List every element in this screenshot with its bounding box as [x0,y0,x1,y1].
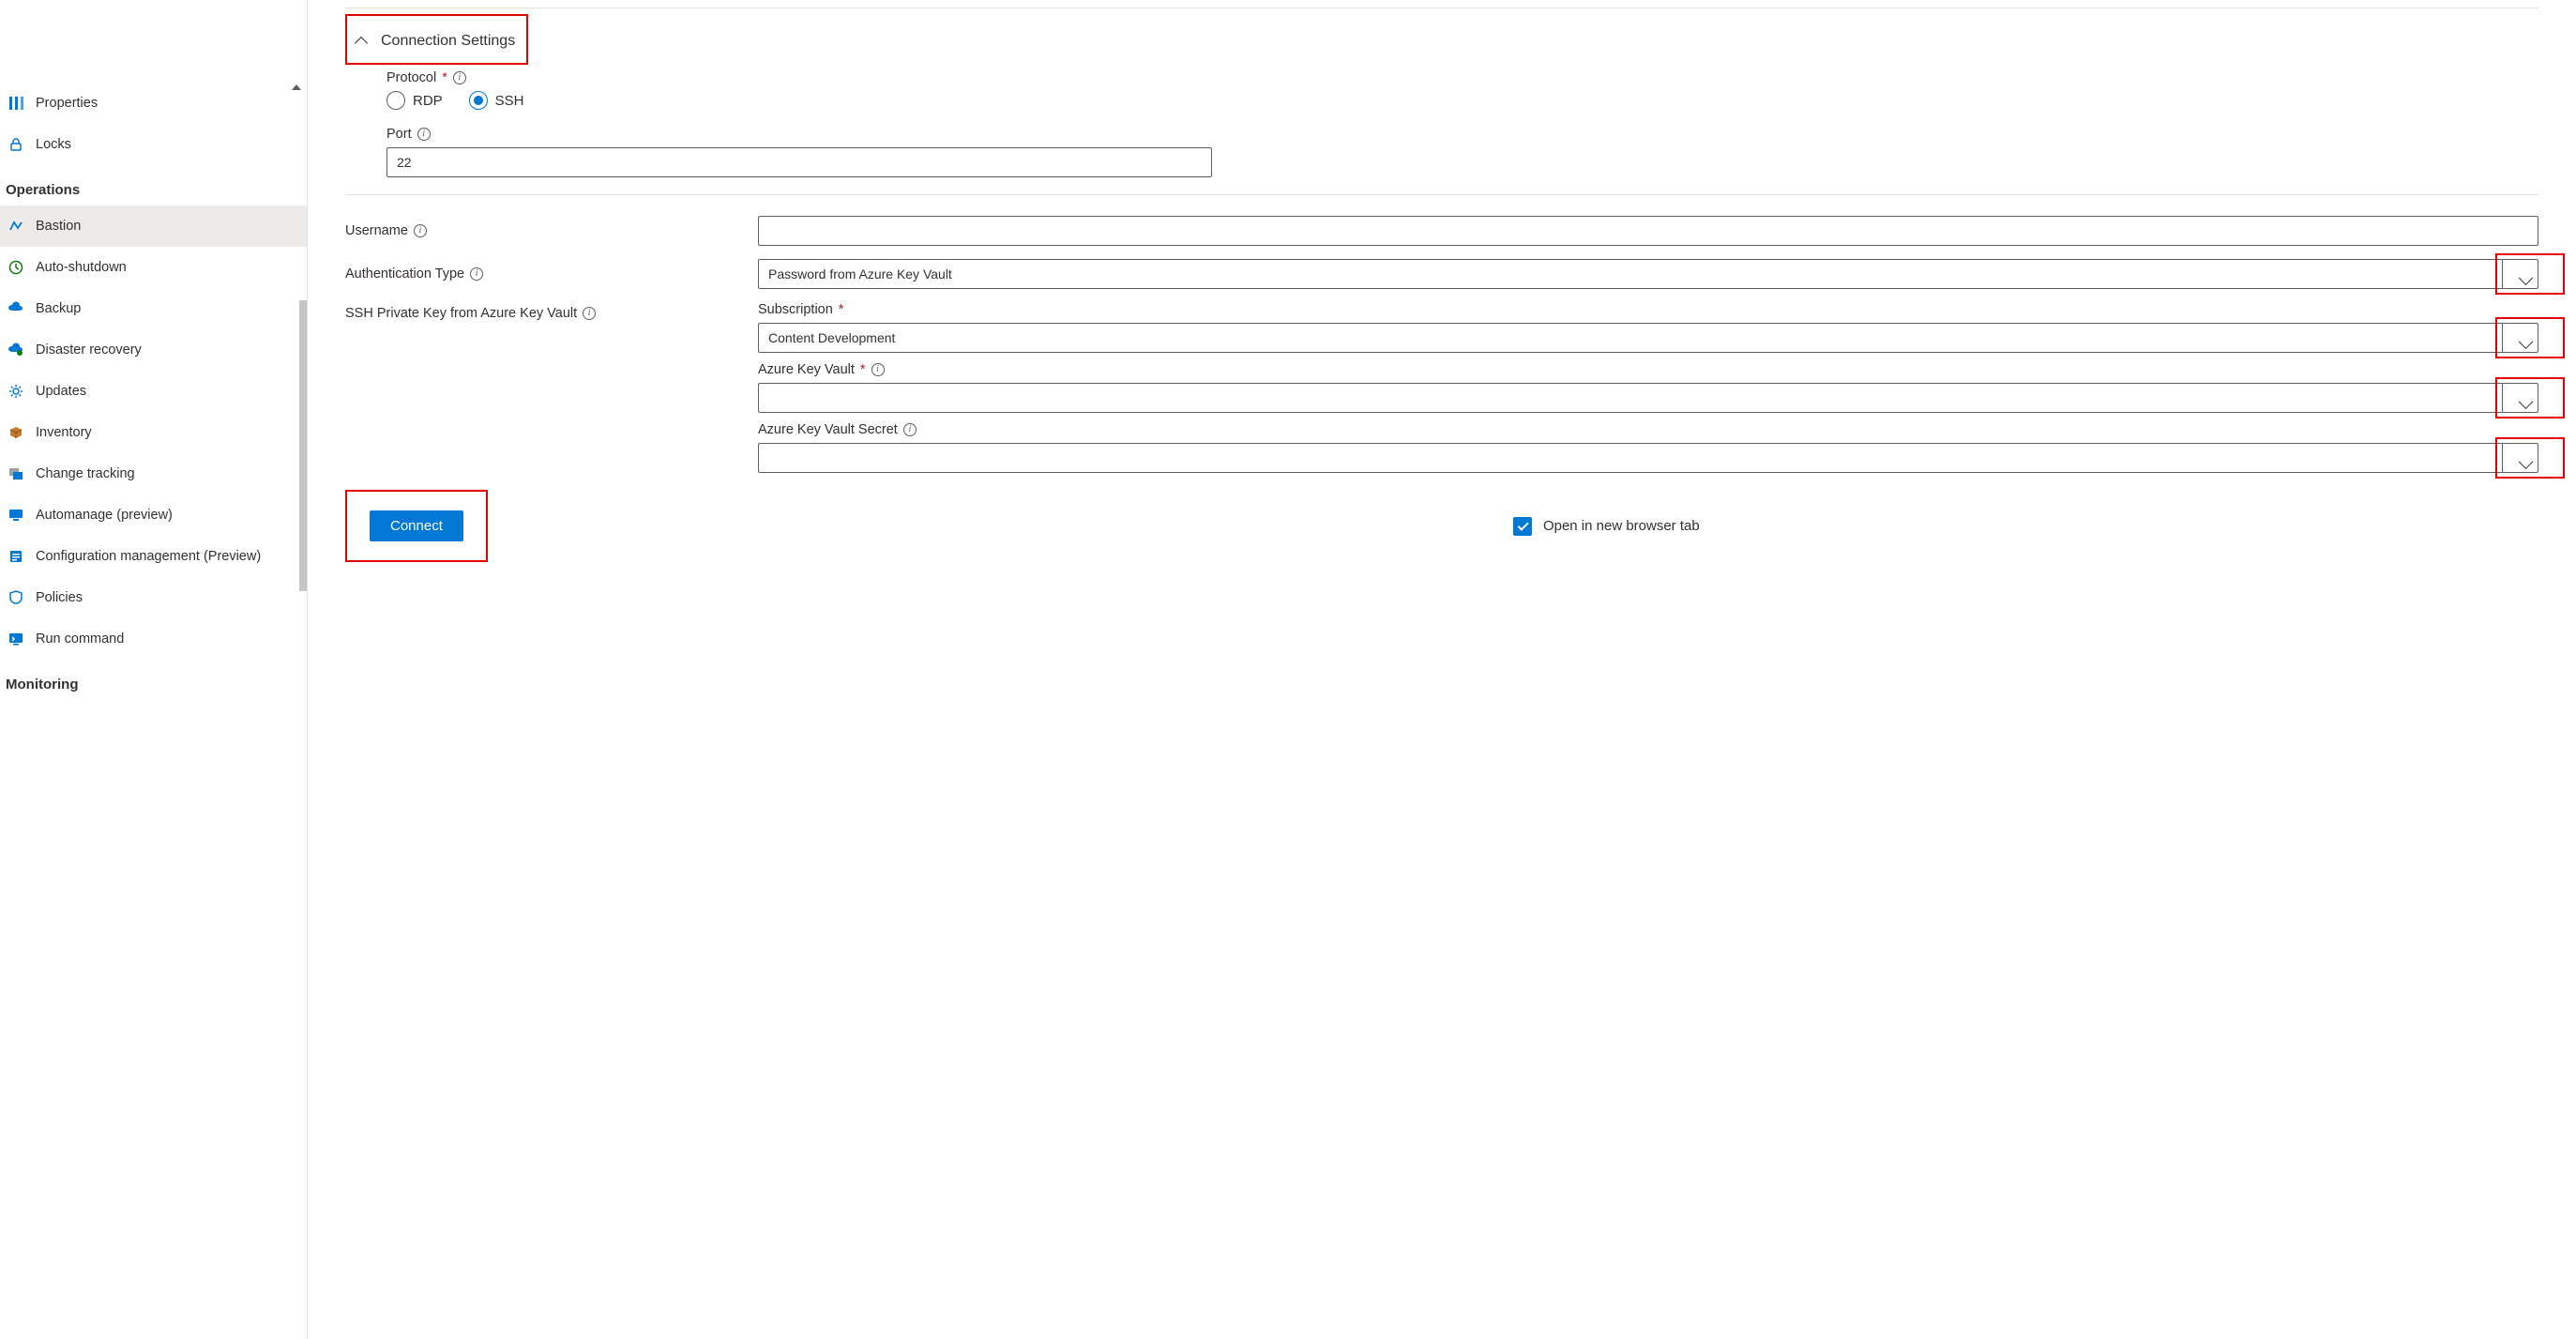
sidebar-item-label: Auto-shutdown [36,260,127,275]
config-icon [8,548,24,565]
connection-settings-highlight: Connection Settings [345,14,528,65]
connect-button[interactable]: Connect [370,510,463,541]
subscription-label: Subscription * [758,302,2538,317]
main-panel: Connection Settings Protocol * i RDP SSH [308,0,2576,1339]
sidebar-item-backup[interactable]: Backup [0,288,307,329]
box-icon [8,424,24,441]
sidebar-item-label: Backup [36,301,81,316]
checkbox-label: Open in new browser tab [1543,518,1700,534]
info-icon[interactable]: i [414,224,427,237]
run-icon [8,631,24,647]
sidebar-item-locks[interactable]: Locks [0,124,307,165]
select-value: Password from Azure Key Vault [768,266,952,281]
chevron-down-icon [2502,444,2538,472]
sidebar-item-auto-shutdown[interactable]: Auto-shutdown [0,247,307,288]
sidebar-item-label: Updates [36,384,86,399]
sidebar-section-operations: Operations [0,165,307,205]
checkbox-checked-icon [1513,517,1532,536]
backup-icon [8,300,24,317]
key-vault-label: Azure Key Vault * i [758,362,2538,377]
sidebar-item-properties[interactable]: Properties [0,83,307,124]
sidebar-item-label: Configuration management (Preview) [36,549,261,564]
connect-highlight: Connect [345,490,488,562]
required-asterisk: * [839,302,844,317]
open-new-tab-checkbox[interactable]: Open in new browser tab [1513,517,2538,536]
sidebar-item-change-tracking[interactable]: Change tracking [0,453,307,495]
scroll-up-icon[interactable] [292,84,301,90]
select-value: Content Development [768,330,895,345]
sidebar-item-label: Locks [36,137,71,152]
expander-title: Connection Settings [381,33,515,50]
username-input[interactable] [758,216,2538,246]
key-vault-select[interactable] [758,383,2538,413]
disaster-icon [8,342,24,358]
info-icon[interactable]: i [470,267,483,281]
properties-icon [8,95,24,112]
scrollbar-thumb[interactable] [299,300,307,591]
required-asterisk: * [442,70,447,85]
bastion-icon [8,218,24,235]
info-icon[interactable]: i [417,128,431,141]
sidebar-item-run-command[interactable]: Run command [0,618,307,660]
policy-icon [8,589,24,606]
info-icon[interactable]: i [583,307,596,320]
chevron-down-icon [2502,324,2538,352]
sidebar-item-disaster-recovery[interactable]: Disaster recovery [0,329,307,371]
sidebar-item-label: Disaster recovery [36,342,142,358]
sidebar-item-config-mgmt[interactable]: Configuration management (Preview) [0,536,307,577]
sidebar-item-label: Properties [36,96,98,111]
sidebar-item-label: Inventory [36,425,92,440]
auth-type-label: Authentication Type i [345,266,758,281]
protocol-radio-rdp[interactable]: RDP [386,91,443,110]
radio-label: SSH [495,93,524,109]
info-icon[interactable]: i [903,423,917,436]
chevron-down-icon [2502,384,2538,412]
radio-icon [469,91,488,110]
monitor-icon [8,507,24,524]
port-input[interactable] [386,147,1212,177]
connection-settings-expander[interactable]: Connection Settings [347,16,526,63]
sidebar-item-label: Bastion [36,219,81,234]
sidebar-item-inventory[interactable]: Inventory [0,412,307,453]
sidebar-item-bastion[interactable]: Bastion [0,205,307,247]
sidebar-item-label: Change tracking [36,466,135,481]
key-vault-secret-label: Azure Key Vault Secret i [758,422,2538,437]
lock-icon [8,136,24,153]
sidebar-item-automanage[interactable]: Automanage (preview) [0,495,307,536]
sidebar: Properties Locks Operations Bastion Auto… [0,0,308,1339]
divider [345,194,2538,195]
sidebar-item-updates[interactable]: Updates [0,371,307,412]
sidebar-item-label: Policies [36,590,83,605]
key-vault-secret-select[interactable] [758,443,2538,473]
change-icon [8,465,24,482]
sidebar-item-policies[interactable]: Policies [0,577,307,618]
ssh-kv-label: SSH Private Key from Azure Key Vault i [345,302,758,321]
info-icon[interactable]: i [871,363,885,376]
protocol-radio-ssh[interactable]: SSH [469,91,524,110]
subscription-select[interactable]: Content Development [758,323,2538,353]
required-asterisk: * [860,362,866,377]
sidebar-item-label: Automanage (preview) [36,508,173,523]
auth-type-select[interactable]: Password from Azure Key Vault [758,259,2538,289]
chevron-up-icon [355,37,368,50]
sidebar-section-monitoring: Monitoring [0,660,307,700]
info-icon[interactable]: i [453,71,466,84]
chevron-down-icon [2502,260,2538,288]
gear-icon [8,383,24,400]
username-label: Username i [345,223,758,238]
radio-label: RDP [413,93,443,109]
protocol-label: Protocol * i [386,70,1227,85]
port-label: Port i [386,127,1227,142]
clock-icon [8,259,24,276]
sidebar-item-label: Run command [36,631,124,647]
radio-icon [386,91,405,110]
